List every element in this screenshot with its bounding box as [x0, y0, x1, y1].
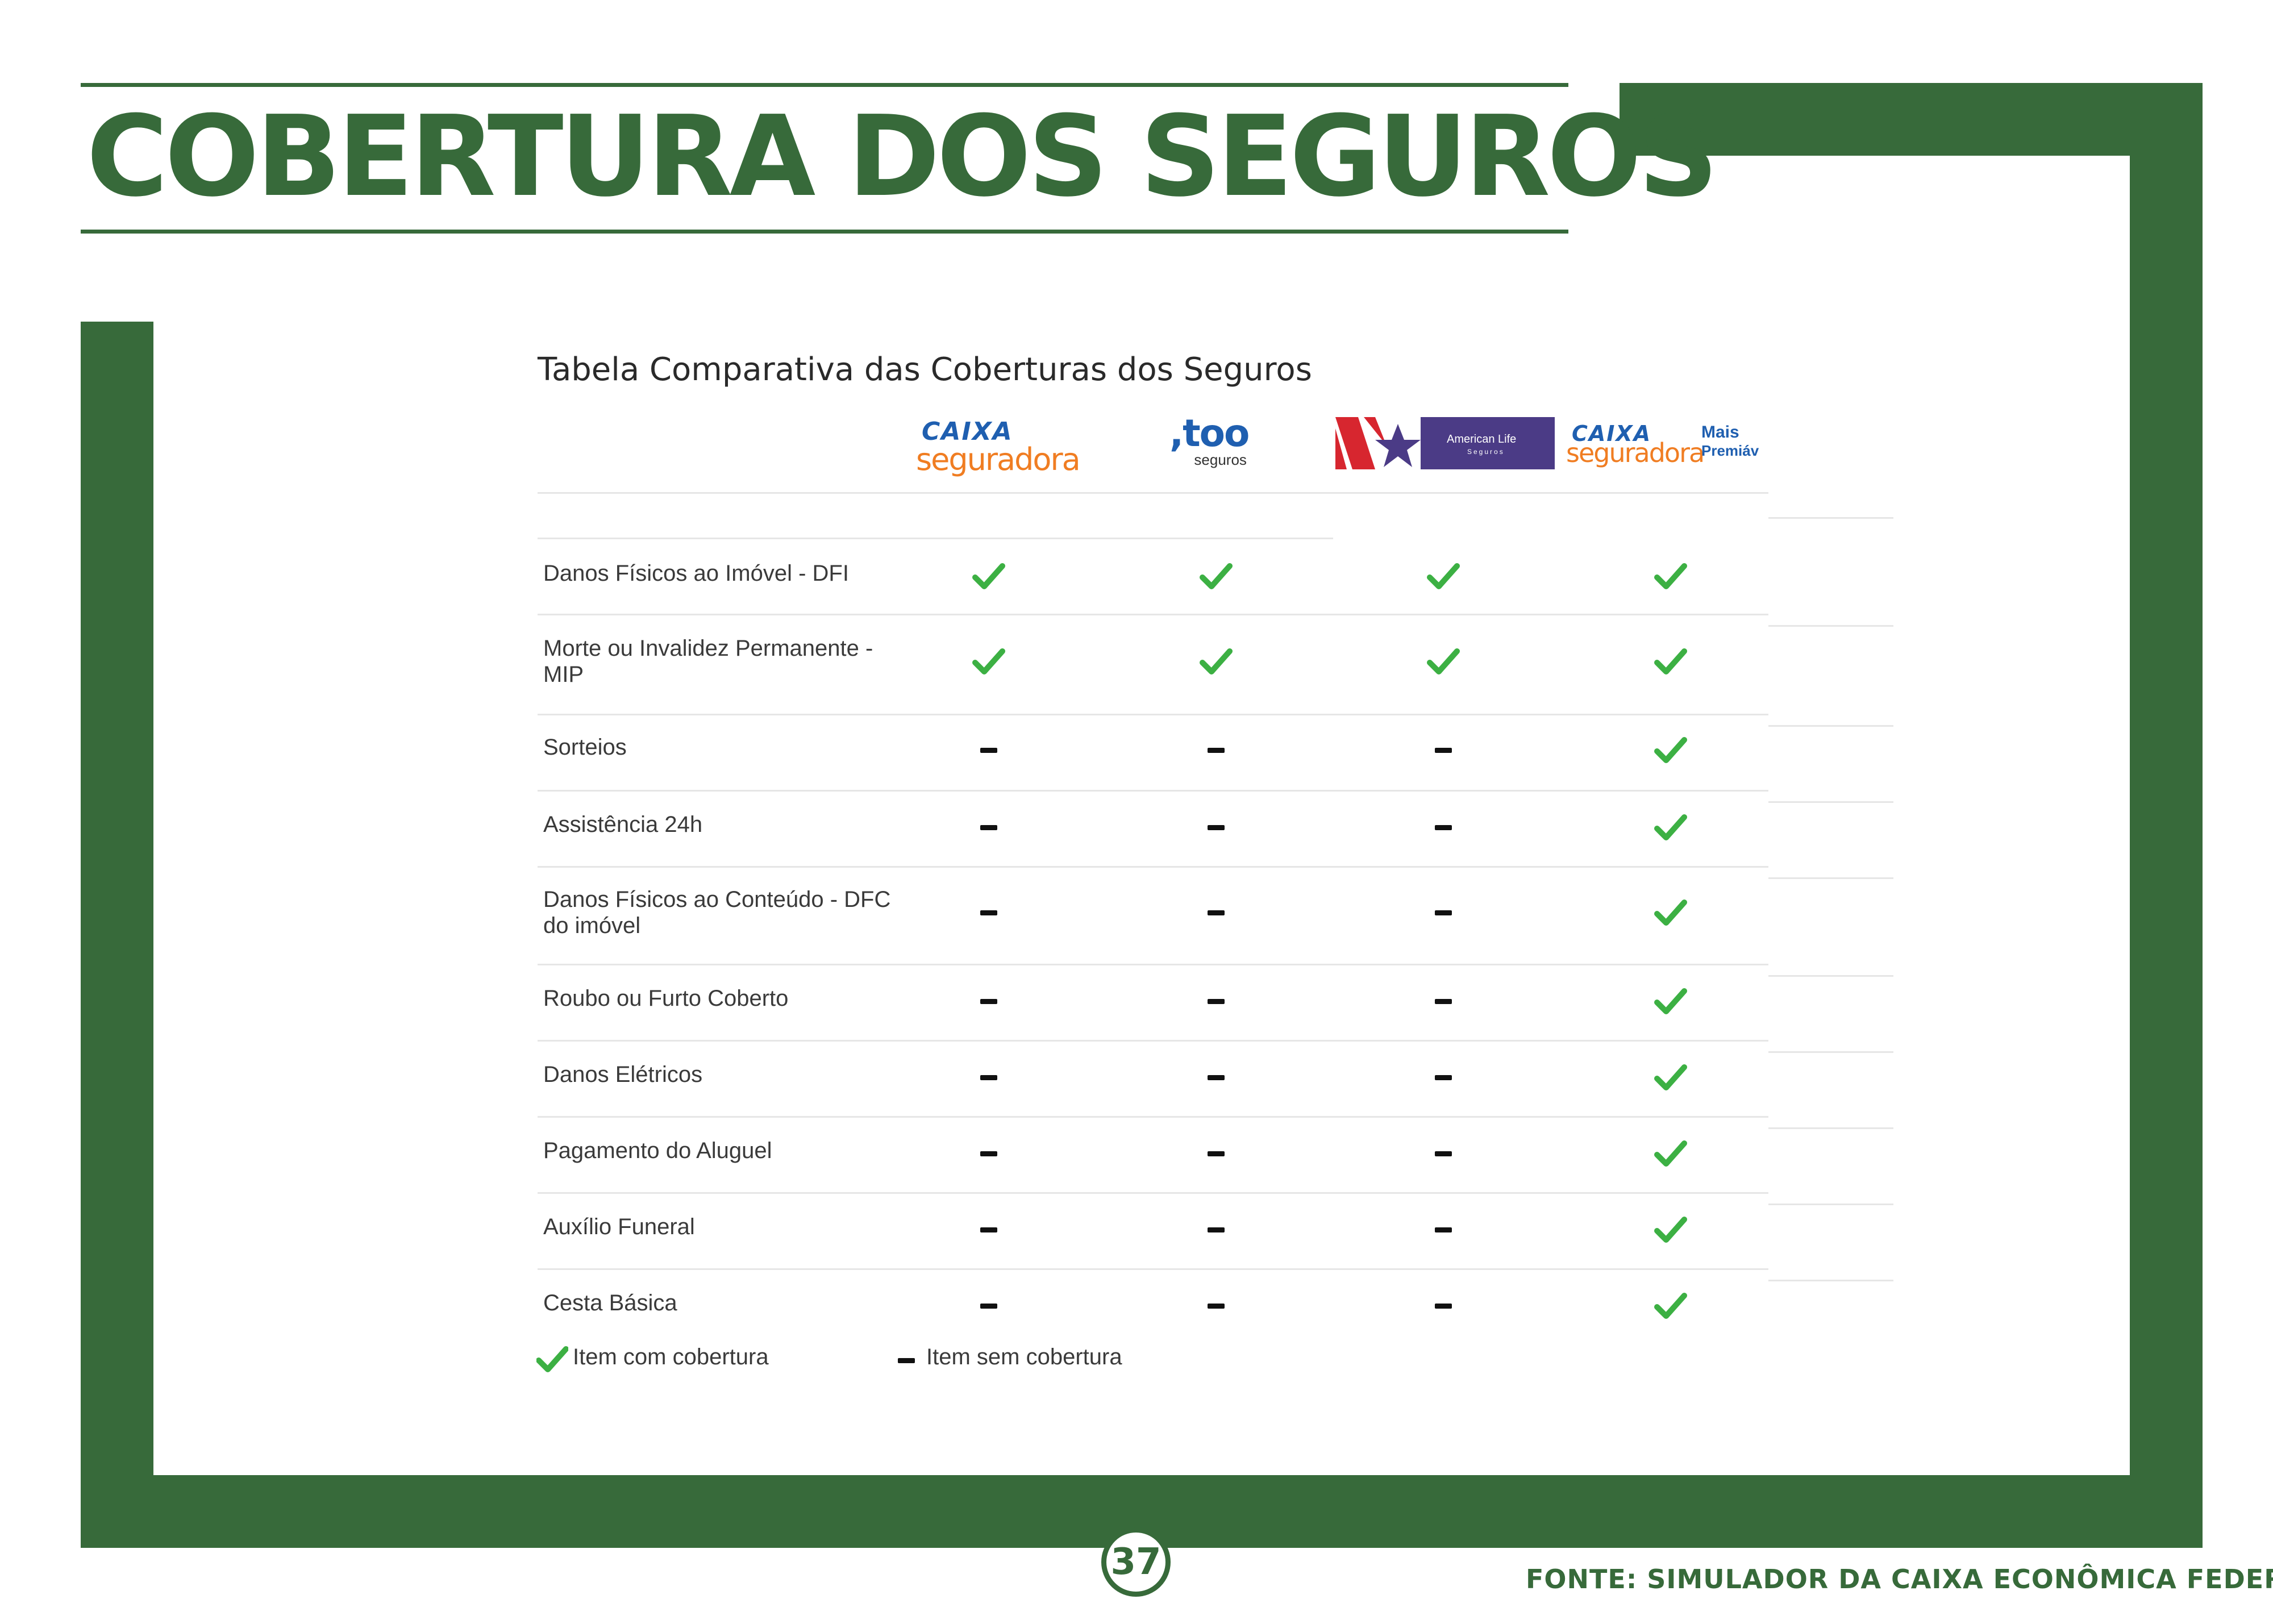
- logo-seguradora-word-2: seguradora: [1566, 438, 1705, 468]
- no-coverage-dash-icon: [1435, 1304, 1452, 1309]
- check-icon: [1654, 1064, 1687, 1090]
- no-coverage-dash-icon: [1208, 748, 1225, 753]
- check-icon: [1427, 648, 1460, 674]
- row-separator: [538, 1116, 1768, 1118]
- no-coverage-dash-icon: [1208, 1227, 1225, 1232]
- american-life-logo: American Life Seguros: [1335, 417, 1555, 469]
- no-coverage-dash-icon: [1208, 825, 1225, 830]
- no-coverage-dash-icon: [1435, 1075, 1452, 1080]
- row-separator-extension: [1768, 975, 1893, 977]
- row-label: Sorteios: [543, 735, 627, 760]
- check-icon: [1200, 563, 1233, 589]
- row-separator: [538, 964, 1768, 965]
- header-separator-2: [538, 538, 1333, 539]
- american-life-name: American Life: [1447, 433, 1517, 445]
- caixa-seguradora-logo: CAIXA seguradora: [916, 417, 1081, 477]
- check-icon: [1654, 988, 1687, 1014]
- row-label: Danos Físicos ao Conteúdo - DFC do imóve…: [543, 887, 891, 938]
- page-number: 37: [1101, 1527, 1171, 1597]
- header-separator-1: [538, 492, 1768, 494]
- title-rule-bottom: [81, 230, 1568, 234]
- mais-badge-line2: Premiáv: [1701, 442, 1759, 459]
- no-coverage-dash-icon: [980, 999, 997, 1004]
- legend-not-covered-label: Item sem cobertura: [926, 1344, 1122, 1369]
- row-separator-extension: [1768, 625, 1893, 627]
- page-title: COBERTURA DOS SEGUROS: [86, 92, 1718, 222]
- row-label: Auxílio Funeral: [543, 1214, 695, 1239]
- check-icon: [1200, 648, 1233, 674]
- logo-caixa-word: CAIXA: [922, 417, 1013, 446]
- too-seguros-logo: ,too seguros: [1169, 411, 1250, 468]
- no-coverage-dash-icon: [1435, 1151, 1452, 1156]
- check-icon: [1427, 563, 1460, 589]
- row-separator-extension: [1768, 725, 1893, 727]
- no-coverage-dash-icon: [980, 910, 997, 915]
- no-coverage-dash-icon: [980, 748, 997, 753]
- check-icon: [1654, 900, 1687, 926]
- row-separator: [538, 1268, 1768, 1270]
- no-coverage-dash-icon: [1208, 999, 1225, 1004]
- table-title: Tabela Comparativa das Coberturas dos Se…: [538, 351, 1312, 388]
- american-life-flag-icon: [1335, 417, 1421, 469]
- row-separator-extension: [1768, 1204, 1893, 1205]
- no-coverage-dash-icon: [1208, 910, 1225, 915]
- frame-left-bar: [81, 322, 153, 1548]
- row-label: Morte ou Invalidez Permanente - MIP: [543, 636, 873, 687]
- header-separator-3: [1768, 517, 1893, 519]
- mais-badge-line1: Mais: [1701, 423, 1739, 442]
- row-separator-extension: [1768, 1051, 1893, 1053]
- logo-too-seguros-word: seguros: [1194, 451, 1247, 468]
- row-separator: [538, 1192, 1768, 1194]
- row-separator: [538, 866, 1768, 868]
- frame-right-bar: [2130, 83, 2203, 1543]
- no-coverage-dash-icon: [1208, 1075, 1225, 1080]
- row-separator: [538, 614, 1768, 615]
- no-coverage-dash-icon: [1435, 910, 1452, 915]
- no-coverage-dash-icon: [1435, 748, 1452, 753]
- check-icon: [1654, 563, 1687, 589]
- no-coverage-dash-icon: [1435, 825, 1452, 830]
- check-icon: [1654, 1217, 1687, 1243]
- legend-check-icon: [536, 1346, 568, 1372]
- check-icon: [972, 563, 1005, 589]
- legend-covered-label: Item com cobertura: [573, 1344, 769, 1369]
- row-label: Assistência 24h: [543, 812, 703, 837]
- no-coverage-dash-icon: [980, 1304, 997, 1309]
- row-separator-extension: [1768, 1280, 1893, 1281]
- row-separator-extension: [1768, 801, 1893, 803]
- check-icon: [1654, 737, 1687, 763]
- no-coverage-dash-icon: [1208, 1304, 1225, 1309]
- american-life-subtitle: Seguros: [1467, 448, 1505, 456]
- no-coverage-dash-icon: [980, 825, 997, 830]
- row-label: Danos Elétricos: [543, 1062, 703, 1087]
- caixa-seguradora-mais-premiavel-logo: CAIXA seguradora Mais Premiáv: [1566, 423, 1771, 468]
- check-icon: [1654, 1293, 1687, 1319]
- row-label: Danos Físicos ao Imóvel - DFI: [543, 561, 849, 586]
- no-coverage-dash-icon: [980, 1151, 997, 1156]
- no-coverage-dash-icon: [1208, 1151, 1225, 1156]
- title-rule-top: [81, 83, 1568, 87]
- row-separator: [538, 790, 1768, 792]
- no-coverage-dash-icon: [980, 1075, 997, 1080]
- check-icon: [1654, 814, 1687, 840]
- source-note: FONTE: SIMULADOR DA CAIXA ECONÔMICA FEDE…: [1526, 1564, 2273, 1594]
- legend-dash-icon: [898, 1358, 915, 1363]
- row-separator: [538, 714, 1768, 715]
- no-coverage-dash-icon: [1435, 999, 1452, 1004]
- row-label: Cesta Básica: [543, 1290, 677, 1315]
- row-separator: [538, 1040, 1768, 1042]
- logo-seguradora-word: seguradora: [916, 442, 1081, 477]
- check-icon: [972, 648, 1005, 674]
- logo-too-word: ,too: [1169, 411, 1250, 455]
- row-label: Pagamento do Aluguel: [543, 1138, 772, 1163]
- row-label: Roubo ou Furto Coberto: [543, 986, 789, 1011]
- check-icon: [1654, 648, 1687, 674]
- check-icon: [1654, 1140, 1687, 1167]
- row-separator-extension: [1768, 877, 1893, 879]
- no-coverage-dash-icon: [1435, 1227, 1452, 1232]
- row-separator-extension: [1768, 1127, 1893, 1129]
- no-coverage-dash-icon: [980, 1227, 997, 1232]
